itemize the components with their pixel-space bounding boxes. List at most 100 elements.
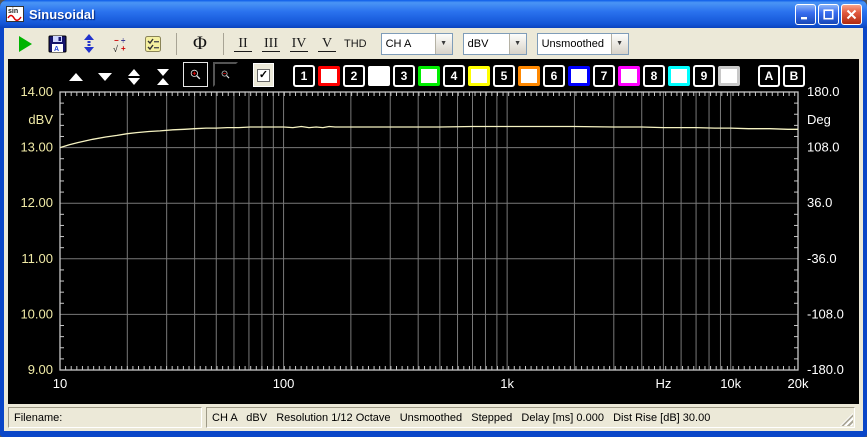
math-icon: − ÷ √ +	[112, 35, 130, 53]
svg-text:12.00: 12.00	[20, 195, 53, 210]
window-controls	[795, 4, 862, 25]
minimize-button[interactable]	[795, 4, 816, 25]
curve-8-button[interactable]: 8	[643, 65, 665, 87]
svg-text:20k: 20k	[788, 376, 809, 391]
shift-up-button[interactable]	[68, 69, 84, 85]
svg-text:-180.0: -180.0	[807, 362, 844, 377]
curve-8-color-swatch[interactable]	[668, 66, 690, 86]
thd-button[interactable]: THD	[342, 32, 371, 56]
harmonic-3-button[interactable]: III	[262, 36, 280, 52]
svg-text:Deg: Deg	[807, 112, 831, 127]
toolbar-separator	[223, 33, 224, 55]
curve-4-color-swatch[interactable]	[468, 66, 490, 86]
thd-label: THD	[344, 38, 367, 50]
smoothing-dropdown-value: Unsmoothed	[538, 34, 607, 54]
math-operations-button[interactable]: − ÷ √ +	[108, 32, 134, 56]
compress-icon	[157, 69, 169, 85]
window-title: Sinusoidal	[29, 7, 795, 22]
window-content: A − ÷ √ +	[4, 28, 863, 431]
channel-dropdown-value: CH A	[382, 34, 415, 54]
chevron-down-icon[interactable]: ▼	[611, 34, 628, 54]
toolbar-separator	[176, 33, 177, 55]
curve-3-color-swatch[interactable]	[418, 66, 440, 86]
autoscale-button[interactable]	[76, 32, 102, 56]
scale-shift-controls	[68, 68, 171, 86]
curve-2-button[interactable]: 2	[343, 65, 365, 87]
curve-7-button[interactable]: 7	[593, 65, 615, 87]
expand-scale-button[interactable]	[126, 68, 142, 86]
save-button[interactable]: A	[44, 32, 70, 56]
overlay-a-button[interactable]: A	[758, 65, 780, 87]
close-button[interactable]	[841, 4, 862, 25]
measurement-info-panel: CH A dBV Resolution 1/12 Octave Unsmooth…	[206, 407, 855, 428]
expand-icon	[128, 69, 140, 85]
play-icon	[19, 36, 32, 52]
chevron-down-icon[interactable]: ▼	[435, 34, 452, 54]
arrow-up-icon	[69, 73, 83, 81]
curve-3-button[interactable]: 3	[393, 65, 415, 87]
svg-text:-36.0: -36.0	[807, 251, 837, 266]
curve-visible-checkbox[interactable]: ✓	[253, 63, 274, 87]
svg-text:1k: 1k	[500, 376, 514, 391]
svg-text:108.0: 108.0	[807, 140, 840, 155]
main-toolbar: A − ÷ √ +	[4, 28, 863, 59]
svg-text:9.00: 9.00	[28, 362, 53, 377]
run-measurement-button[interactable]	[12, 32, 38, 56]
svg-text:11.00: 11.00	[21, 251, 53, 266]
settings-checklist-button[interactable]	[140, 32, 166, 56]
curve-9-color-swatch[interactable]	[718, 66, 740, 86]
harmonic-5-button[interactable]: V	[318, 36, 336, 52]
curve-1-color-swatch[interactable]	[318, 66, 340, 86]
chevron-down-icon[interactable]: ▼	[509, 34, 526, 54]
svg-text:10: 10	[53, 376, 67, 391]
statusbar: Filename: CH A dBV Resolution 1/12 Octav…	[4, 404, 863, 431]
curve-9-button[interactable]: 9	[693, 65, 715, 87]
autoscale-icon	[82, 34, 96, 53]
zoom-out-button[interactable]	[213, 62, 238, 87]
curve-5-button[interactable]: 5	[493, 65, 515, 87]
harmonic-buttons: IIIIIIVV	[234, 36, 336, 52]
resize-grip-icon[interactable]	[840, 413, 853, 426]
svg-text:36.0: 36.0	[807, 195, 832, 210]
svg-text:-108.0: -108.0	[807, 306, 844, 321]
smoothing-dropdown[interactable]: Unsmoothed ▼	[537, 33, 629, 55]
harmonic-4-button[interactable]: IV	[290, 36, 308, 52]
curve-6-button[interactable]: 6	[543, 65, 565, 87]
chart-panel: ✓ 1 2 3 4 5 6 7 8 9 AB 14.0013.0012.0011.0010.009…	[8, 59, 859, 404]
svg-text:10.00: 10.00	[20, 306, 53, 321]
curve-5-color-swatch[interactable]	[518, 66, 540, 86]
app-window: sin Sinusoidal	[0, 0, 867, 437]
frequency-response-chart: 14.0013.0012.0011.0010.009.00dBV180.0108…	[8, 59, 859, 404]
checkmark-icon: ✓	[257, 69, 270, 82]
svg-text:100: 100	[273, 376, 295, 391]
zoom-controls	[183, 62, 238, 87]
maximize-button[interactable]	[818, 4, 839, 25]
zoom-in-icon	[190, 65, 201, 84]
checklist-icon	[144, 35, 162, 53]
filename-panel: Filename:	[8, 407, 202, 428]
unit-dropdown[interactable]: dBV ▼	[463, 33, 527, 55]
harmonic-2-button[interactable]: II	[234, 36, 252, 52]
curve-6-color-swatch[interactable]	[568, 66, 590, 86]
phase-icon: Φ	[193, 33, 207, 55]
svg-text:A: A	[54, 46, 59, 53]
response-curve	[60, 127, 798, 148]
svg-text:dBV: dBV	[28, 112, 53, 127]
filename-label: Filename:	[14, 412, 62, 424]
curve-4-button[interactable]: 4	[443, 65, 465, 87]
titlebar[interactable]: sin Sinusoidal	[0, 0, 867, 28]
channel-dropdown[interactable]: CH A ▼	[381, 33, 453, 55]
curve-2-color-swatch[interactable]	[368, 66, 390, 86]
zoom-in-button[interactable]	[183, 62, 208, 87]
svg-text:14.00: 14.00	[20, 84, 53, 99]
curve-1-button[interactable]: 1	[293, 65, 315, 87]
curve-7-color-swatch[interactable]	[618, 66, 640, 86]
overlay-b-button[interactable]: B	[783, 65, 805, 87]
app-icon: sin	[6, 6, 24, 22]
compress-scale-button[interactable]	[155, 68, 171, 86]
phase-button[interactable]: Φ	[187, 32, 213, 56]
svg-text:10k: 10k	[720, 376, 741, 391]
shift-down-button[interactable]	[97, 69, 113, 85]
unit-dropdown-value: dBV	[464, 34, 492, 54]
measurement-info-text: CH A dBV Resolution 1/12 Octave Unsmooth…	[212, 412, 710, 424]
